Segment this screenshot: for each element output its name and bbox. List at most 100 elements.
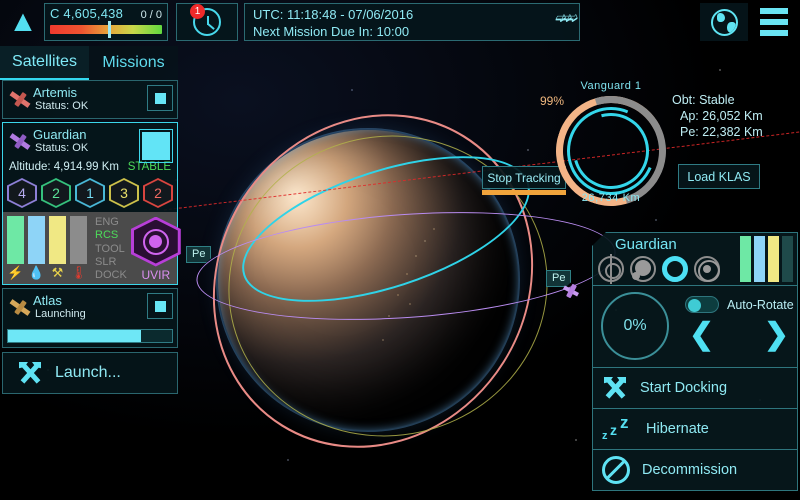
chevron-left-icon[interactable]: ❮ [689, 320, 714, 350]
select-satellite-checkbox[interactable] [147, 85, 173, 111]
menu-line-2 [760, 19, 788, 25]
hex-slot[interactable]: 4 [7, 178, 37, 208]
power-bar [740, 236, 751, 282]
periapsis-label-left[interactable]: Pe [186, 246, 212, 263]
satellite-name: Artemis [33, 85, 78, 100]
vanguard-distance: 26,734 Km [581, 192, 641, 204]
start-docking-label: Start Docking [640, 380, 728, 396]
apoapsis-value: Ap: 26,052 Km [680, 109, 763, 123]
resource-temperature[interactable]: 🌡 [70, 216, 87, 282]
satellite-name: Guardian [33, 127, 87, 142]
system-eng[interactable]: ENG [95, 216, 127, 229]
select-satellite-checkbox[interactable] [139, 129, 173, 163]
satellite-name: Atlas [33, 293, 62, 308]
tab-missions[interactable]: Missions [89, 46, 178, 80]
clock-button[interactable]: 1 [176, 3, 238, 41]
power-bar [7, 216, 24, 264]
tab-satellites[interactable]: Satellites [0, 46, 89, 80]
power-icon: ⚡ [7, 265, 24, 280]
chevron-right-icon[interactable]: ❯ [764, 320, 789, 350]
satellite-card-guardian[interactable]: Guardian Status: OK Altitude: 4,914.99 K… [2, 122, 181, 285]
stop-tracking-button[interactable]: Stop Tracking [482, 166, 566, 189]
select-satellite-checkbox[interactable] [147, 293, 173, 319]
globe-view-button[interactable] [700, 3, 748, 41]
satellite-status: Launching [35, 308, 86, 320]
sleep-zzz-icon: zzz [602, 413, 629, 442]
status-bar-row [740, 236, 793, 282]
satellite-list: Artemis Status: OK Guardian Status: OK A… [2, 80, 181, 394]
docking-module-icon[interactable] [662, 256, 688, 282]
load-klas-button[interactable]: Load KLAS [678, 164, 760, 189]
rotation-section: 0% Auto-Rotate ❮ ❯ [592, 286, 798, 368]
sidebar-tabs: Satellites Missions [0, 46, 178, 80]
maintenance-bar [49, 216, 66, 264]
globe-icon [710, 8, 738, 36]
control-panel-title: Guardian [615, 236, 677, 253]
vanguard-orbit-gauge[interactable] [536, 76, 686, 226]
fast-forward-icon[interactable]: ➫➫➫ [555, 9, 578, 26]
credits-panel: C 4,605,438 0 / 0 [44, 3, 168, 41]
menu-line-3 [760, 30, 788, 36]
satellite-status: Status: OK [35, 100, 89, 112]
launch-progress-fill [8, 330, 141, 342]
notification-badge: 1 [190, 4, 205, 19]
auto-rotate-toggle[interactable] [685, 296, 719, 313]
temperature-icon: 🌡 [70, 265, 87, 280]
hamburger-menu-button[interactable] [752, 3, 796, 41]
sensor-module-icon[interactable] [630, 256, 656, 282]
satellite-card-artemis[interactable]: Artemis Status: OK [2, 80, 178, 119]
reputation-marker [108, 21, 112, 38]
system-slr[interactable]: SLR [95, 256, 127, 269]
clock-minute-hand [207, 23, 215, 30]
no-entry-icon [602, 456, 630, 484]
dock-bar [782, 236, 793, 282]
credits-ratio: 0 / 0 [140, 9, 162, 21]
satellite-marker-guardian[interactable] [562, 282, 580, 300]
start-docking-button[interactable]: Start Docking [592, 368, 798, 409]
system-dock[interactable]: DOCK [95, 269, 127, 282]
crew-hex-row: 4 2 1 3 2 [3, 176, 177, 212]
tool-bar [768, 236, 779, 282]
menu-line-1 [760, 8, 788, 14]
chevron-up-icon[interactable]: ▲ [6, 4, 40, 40]
hex-value: 4 [9, 180, 35, 206]
launch-button[interactable]: Launch... [2, 352, 178, 394]
clock-icon: 1 [190, 4, 221, 36]
hex-value: 2 [145, 180, 171, 206]
rotation-gauge[interactable]: 0% [601, 292, 669, 360]
vanguard-orbit-info: Obt: Stable Ap: 26,052 Km Pe: 22,382 Km [672, 92, 763, 140]
hex-slot[interactable]: 1 [75, 178, 105, 208]
reputation-bar [50, 21, 162, 38]
coolant-bar [754, 236, 765, 282]
auto-rotate-label: Auto-Rotate [727, 297, 794, 312]
hex-slot[interactable]: 3 [109, 178, 139, 208]
coolant-icon: 💧 [28, 265, 45, 280]
resource-maintenance[interactable]: ⚒ [49, 216, 66, 282]
hibernate-button[interactable]: zzz Hibernate [592, 409, 798, 450]
launch-progress-bar [7, 329, 173, 343]
vanguard-title: Vanguard 1 [580, 80, 642, 92]
hex-value: 3 [111, 180, 137, 206]
decommission-label: Decommission [642, 462, 738, 478]
coolant-bar [28, 216, 45, 264]
hex-slot[interactable]: 2 [143, 178, 173, 208]
resource-bars: ⚡ 💧 ⚒ 🌡 [7, 216, 87, 282]
module-icon-row [598, 254, 720, 284]
reactor-module-icon[interactable] [694, 256, 720, 282]
satellite-card-atlas[interactable]: Atlas Launching [2, 288, 178, 348]
credits-value: C 4,605,438 [50, 6, 124, 21]
resource-power[interactable]: ⚡ [7, 216, 24, 282]
mission-timer-panel: UTC: 11:18:48 - 07/06/2016 Next Mission … [244, 3, 580, 41]
launch-button-label: Launch... [55, 364, 121, 381]
altitude-value: Altitude: 4,914.99 Km [9, 161, 119, 173]
thruster-module-icon[interactable] [598, 254, 624, 284]
system-rcs[interactable]: RCS [95, 229, 127, 242]
hex-slot[interactable]: 2 [41, 178, 71, 208]
resource-coolant[interactable]: 💧 [28, 216, 45, 282]
system-tool[interactable]: TOOL [95, 243, 127, 256]
resource-block: ⚡ 💧 ⚒ 🌡 ENG RCS TOOL SLR DOCK UVIR [3, 212, 181, 284]
decommission-button[interactable]: Decommission [592, 450, 798, 491]
satellite-icon [7, 88, 33, 112]
module-slot[interactable]: UVIR [130, 216, 181, 282]
top-bar: ▲ C 4,605,438 0 / 0 1 UTC: 11:18:48 - 07… [0, 0, 800, 44]
